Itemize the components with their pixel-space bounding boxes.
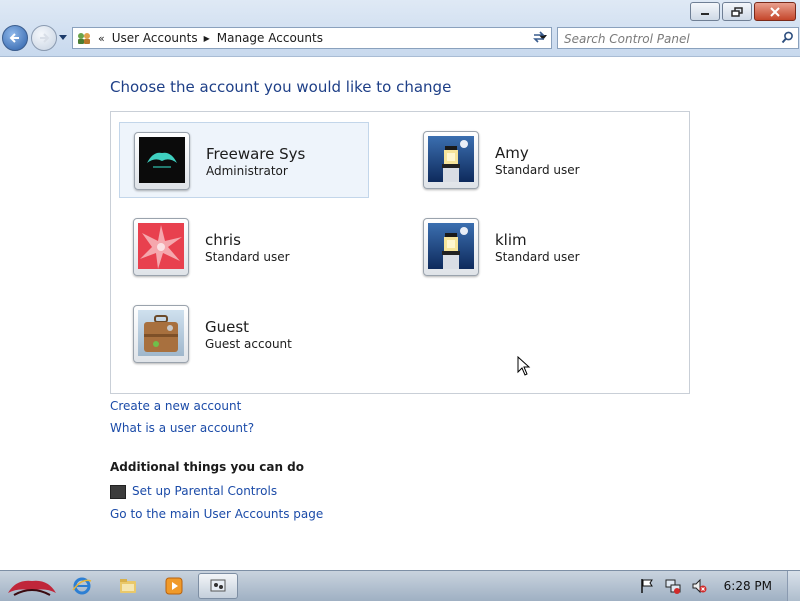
additional-things-heading: Additional things you can do [110,460,305,474]
account-picture [423,218,479,276]
clock[interactable]: 6:28 PM [724,579,772,593]
taskbar: 6:28 PM [0,570,800,601]
window-titlebar: « User Accounts ▶ Manage Accounts [0,0,800,57]
speaker-muted-icon [692,578,707,594]
back-button[interactable] [2,25,28,51]
account-name: Guest [205,318,250,336]
control-panel-icon [210,579,226,592]
search-icon[interactable] [781,31,794,44]
start-orb [8,580,56,596]
network-icon [665,579,681,594]
windows-explorer-icon [120,579,136,593]
window-controls [690,2,796,21]
breadcrumb-user-accounts[interactable]: User Accounts [112,31,198,45]
restore-button[interactable] [722,2,752,21]
media-player-icon [165,577,183,595]
taskbar-internet-explorer[interactable] [62,573,102,599]
notification-area: 6:28 PM [638,571,800,601]
user-accounts-icon [78,33,90,44]
red-star-picture [140,225,182,269]
account-name: klim [495,231,527,249]
breadcrumb-manage-accounts[interactable]: Manage Accounts [217,31,323,45]
account-name: Freeware Sys [206,145,306,163]
account-tile-klim[interactable]: klim Standard user [409,209,659,285]
minimize-button[interactable] [690,2,720,21]
account-picture [423,131,479,189]
account-name: chris [205,231,241,249]
close-button[interactable] [754,2,796,21]
accounts-list: Freeware Sys Administrator Amy Standard … [110,111,690,394]
account-tile-amy[interactable]: Amy Standard user [409,122,659,198]
account-picture [133,218,189,276]
lighthouse-picture [442,140,468,182]
network-button[interactable] [664,577,682,595]
taskbar-windows-explorer[interactable] [108,573,148,599]
recent-pages-dropdown[interactable] [58,26,68,50]
taskbar-media-player[interactable] [154,573,194,599]
account-type: Guest account [205,337,292,351]
minimize-icon [701,12,709,15]
forward-button[interactable] [31,25,57,51]
search-box[interactable] [557,27,799,49]
internet-explorer-icon [72,577,92,595]
create-account-link[interactable]: Create a new account [110,399,241,413]
mouse-pointer-icon [517,356,531,376]
address-bar[interactable]: « User Accounts ▶ Manage Accounts [72,27,552,49]
action-center-button[interactable] [638,577,656,595]
breadcrumb-overflow[interactable]: « [98,32,105,45]
account-type: Standard user [495,163,580,177]
account-type: Standard user [205,250,290,264]
arrow-right-icon [40,33,50,43]
rog-logo-picture [147,152,177,168]
breadcrumb-separator-icon[interactable]: ▶ [204,34,210,43]
page-title: Choose the account you would like to cha… [110,78,452,96]
what-is-account-link[interactable]: What is a user account? [110,421,254,435]
main-user-accounts-link[interactable]: Go to the main User Accounts page [110,507,323,521]
account-tile-guest[interactable]: Guest Guest account [119,296,369,372]
search-input[interactable] [558,30,774,48]
account-picture [133,305,189,363]
account-type: Administrator [206,164,288,178]
show-desktop-button[interactable] [787,571,800,601]
account-picture [134,132,190,190]
arrow-left-icon [9,33,19,43]
account-tile-freeware-sys[interactable]: Freeware Sys Administrator [119,122,369,198]
volume-button[interactable] [690,577,708,595]
refresh-icon [533,31,545,43]
parental-controls-icon [110,485,126,499]
parental-controls-link[interactable]: Set up Parental Controls [132,484,277,498]
account-type: Standard user [495,250,580,264]
chevron-down-icon [59,35,67,40]
account-name: Amy [495,144,529,162]
suitcase-picture [144,315,178,352]
restore-icon [731,6,743,17]
account-tile-chris[interactable]: chris Standard user [119,209,369,285]
refresh-button[interactable] [526,27,552,47]
flag-icon [640,579,653,593]
close-icon [770,6,780,17]
lighthouse-picture [442,227,468,269]
navigation-buttons [2,25,68,51]
start-button[interactable] [6,573,58,599]
taskbar-control-panel[interactable] [198,573,238,599]
